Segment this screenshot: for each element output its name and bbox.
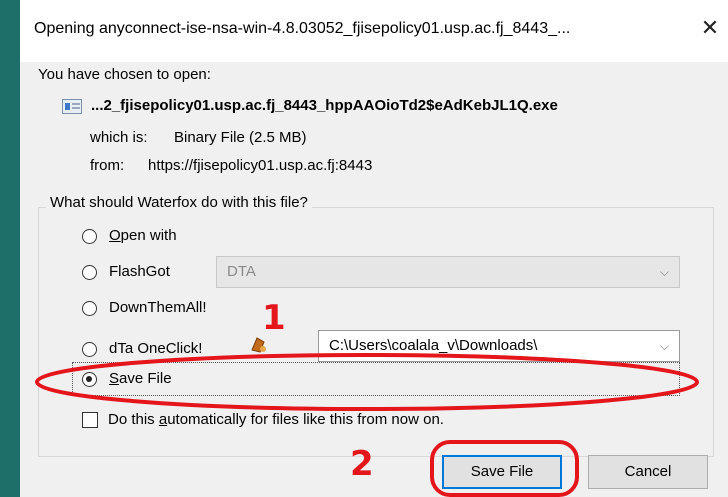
save-button-highlight <box>430 440 579 497</box>
save-option-highlight <box>35 353 699 411</box>
annotation-overlay <box>35 353 699 497</box>
